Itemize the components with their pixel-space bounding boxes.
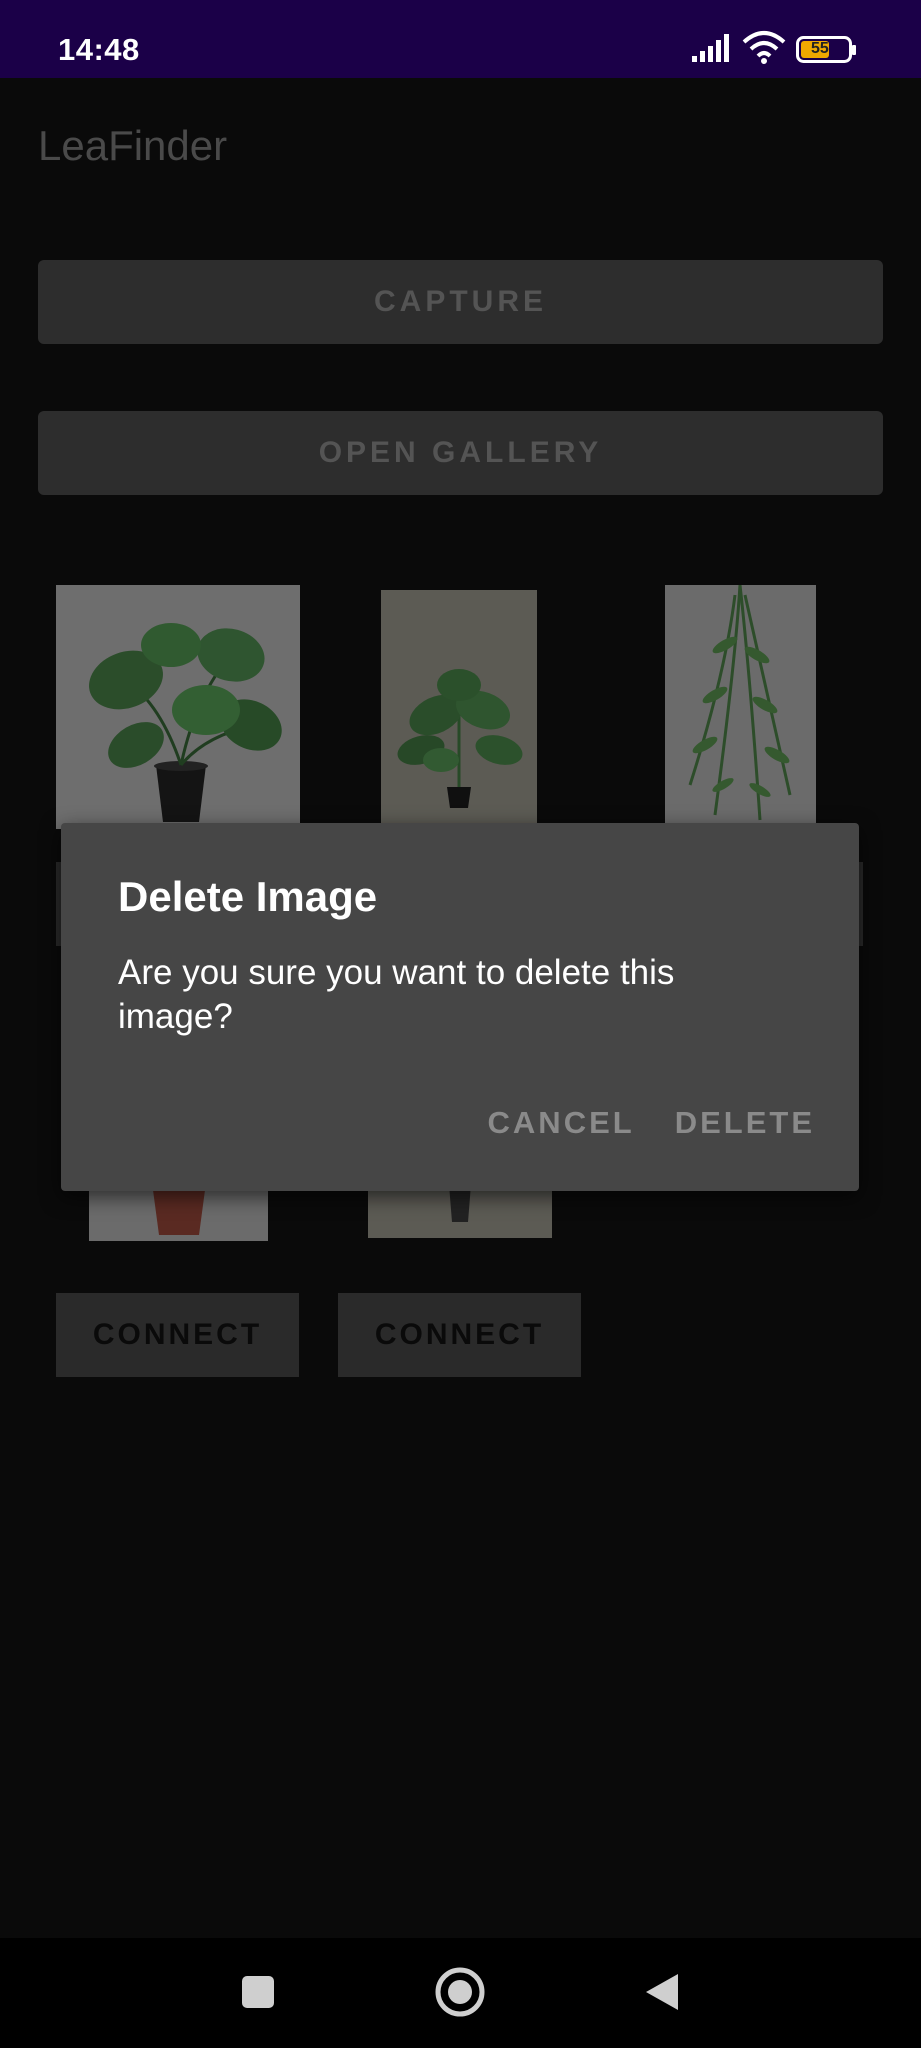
status-time: 14:48 [58, 32, 140, 67]
hanging-fern-image[interactable] [665, 585, 816, 830]
monstera-plant-image[interactable] [56, 585, 300, 829]
signal-icon [692, 34, 729, 62]
dialog-message: Are you sure you want to delete this ima… [118, 953, 675, 1036]
palm-plant-image[interactable] [381, 590, 537, 830]
status-bar: 14:48 55 [0, 0, 921, 78]
wifi-icon [742, 31, 786, 64]
battery-level: 55 [811, 40, 829, 57]
recents-icon[interactable] [240, 1974, 276, 2010]
delete-button[interactable]: DELETE [675, 1105, 815, 1141]
connect-button-1[interactable]: CONNECT [56, 1293, 299, 1377]
open-gallery-button[interactable]: OPEN GALLERY [38, 411, 883, 495]
cancel-button[interactable]: CANCEL [488, 1105, 635, 1141]
navigation-bar [0, 1938, 921, 2048]
app-title: LeaFinder [38, 122, 228, 169]
delete-image-dialog: Delete Image Are you sure you want to de… [61, 823, 859, 1191]
back-icon[interactable] [644, 1972, 680, 2012]
dialog-title: Delete Image [118, 873, 378, 920]
home-icon[interactable] [434, 1966, 486, 2018]
capture-button[interactable]: CAPTURE [38, 260, 883, 344]
dialog-actions: CANCEL DELETE [488, 1105, 815, 1141]
connect-button-2[interactable]: CONNECT [338, 1293, 581, 1377]
